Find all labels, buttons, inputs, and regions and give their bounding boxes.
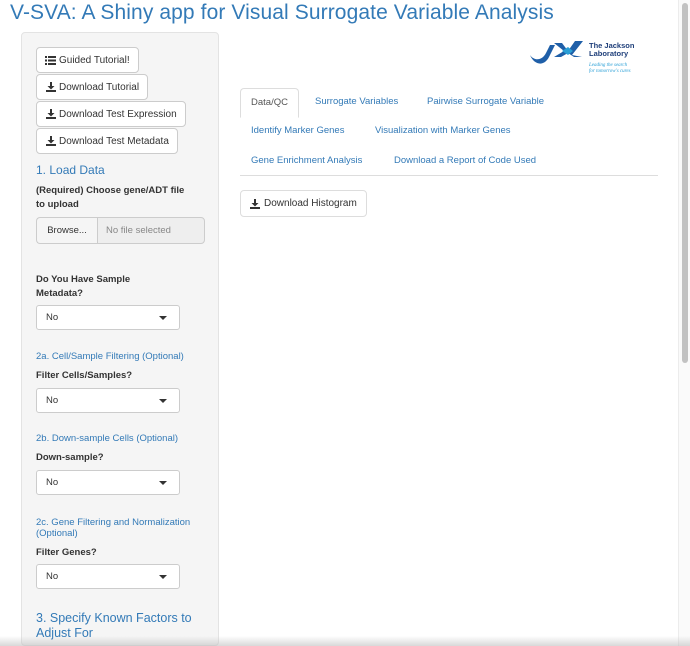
filter-genes-label: Filter Genes? [36, 547, 97, 558]
sample-metadata-value: No [46, 312, 59, 323]
filter-cells-label: Filter Cells/Samples? [36, 370, 133, 381]
download-test-metadata-button[interactable]: Download Test Metadata [36, 128, 178, 154]
sidebar-panel: Guided Tutorial! Download Tutorial Downl… [21, 32, 219, 646]
download-test-metadata-label: Download Test Metadata [59, 135, 169, 147]
tab-surrogate-variables[interactable]: Surrogate Variables [315, 96, 398, 108]
caret-down-icon [159, 481, 167, 485]
caret-down-icon [159, 575, 167, 579]
load-data-heading: 1. Load Data [36, 163, 105, 177]
caret-down-icon [159, 399, 167, 403]
download-test-expression-button[interactable]: Download Test Expression [36, 101, 186, 127]
download-icon [45, 82, 56, 93]
jackson-lab-logo: The Jackson Laboratory Leading the searc… [528, 37, 658, 77]
downsample-label: Down-sample? [36, 452, 104, 463]
known-factors-heading-line1: 3. Specify Known Factors to [36, 611, 192, 625]
downsample-value: No [46, 477, 59, 488]
downsample-heading: 2b. Down-sample Cells (Optional) [36, 433, 179, 444]
main-tabs: Data/QC Surrogate Variables Pairwise Sur… [240, 88, 658, 176]
tab-identify-marker-genes[interactable]: Identify Marker Genes [251, 125, 344, 137]
file-name-field: No file selected [97, 217, 205, 244]
gene-filtering-heading-line1: 2c. Gene Filtering and Normalization [36, 517, 191, 528]
download-tutorial-label: Download Tutorial [59, 81, 140, 93]
bottom-fade [0, 636, 690, 646]
app-title: V-SVA: A Shiny app for Visual Surrogate … [10, 1, 554, 24]
downsample-select[interactable]: No [36, 470, 180, 495]
scrollbar-thumb[interactable] [682, 3, 688, 363]
list-icon [45, 55, 56, 66]
download-tutorial-button[interactable]: Download Tutorial [36, 74, 149, 100]
file-upload-label-line2: to upload [36, 199, 79, 210]
download-test-expression-label: Download Test Expression [59, 108, 177, 120]
sample-metadata-select[interactable]: No [36, 305, 180, 330]
tab-pairwise-surrogate-variable[interactable]: Pairwise Surrogate Variable [427, 96, 544, 108]
file-upload-input: Browse... No file selected [36, 217, 205, 244]
download-icon [250, 198, 261, 209]
sample-metadata-label-line2: Metadata? [36, 288, 83, 299]
logo-tagline2: for tomorrow's cures [589, 69, 631, 74]
filter-genes-value: No [46, 571, 59, 582]
tab-data-qc[interactable]: Data/QC [240, 88, 299, 118]
page-scrollbar[interactable] [678, 0, 690, 646]
gene-filtering-heading-line2: (Optional) [36, 528, 78, 539]
logo-tagline1: Leading the search [588, 63, 628, 68]
guided-tutorial-label: Guided Tutorial! [59, 54, 130, 66]
download-icon [45, 109, 56, 120]
filter-cells-value: No [46, 395, 59, 406]
download-histogram-button[interactable]: Download Histogram [240, 190, 367, 217]
download-histogram-label: Download Histogram [264, 198, 357, 209]
tab-visualization-marker-genes[interactable]: Visualization with Marker Genes [375, 125, 511, 137]
file-upload-label-line1: (Required) Choose gene/ADT file [36, 185, 185, 196]
tab-gene-enrichment-analysis[interactable]: Gene Enrichment Analysis [251, 155, 362, 167]
filter-genes-select[interactable]: No [36, 564, 180, 589]
logo-line2: Laboratory [589, 49, 629, 58]
guided-tutorial-button[interactable]: Guided Tutorial! [36, 47, 139, 73]
download-icon [45, 136, 56, 147]
sample-metadata-label-line1: Do You Have Sample [36, 274, 131, 285]
browse-button[interactable]: Browse... [36, 217, 97, 244]
caret-down-icon [159, 316, 167, 320]
tab-download-report[interactable]: Download a Report of Code Used [394, 155, 536, 167]
cell-filtering-heading: 2a. Cell/Sample Filtering (Optional) [36, 351, 184, 362]
filter-cells-select[interactable]: No [36, 388, 180, 413]
